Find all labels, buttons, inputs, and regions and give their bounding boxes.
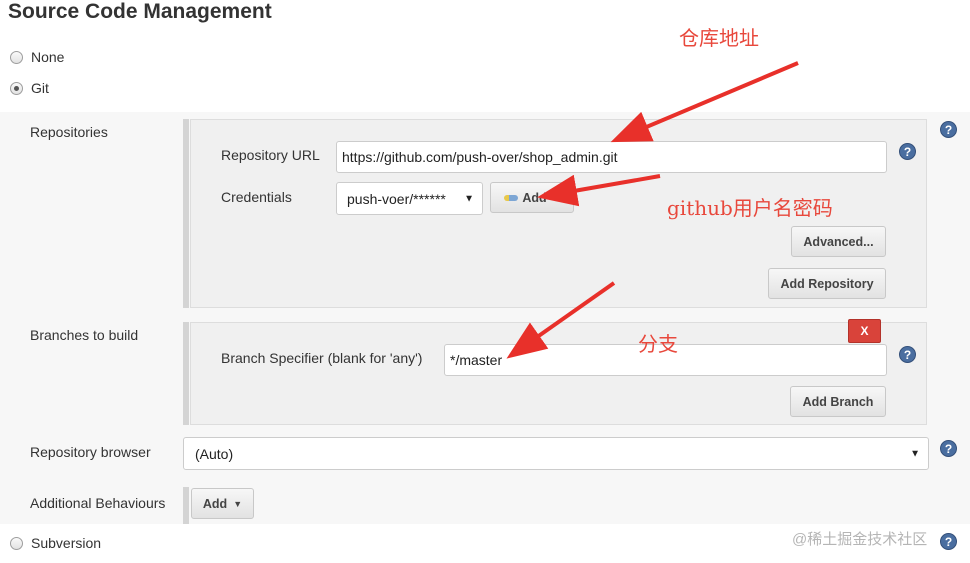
branch-specifier-help-icon[interactable]: ? — [899, 346, 916, 363]
repository-url-help-icon[interactable]: ? — [899, 143, 916, 160]
radio-git[interactable] — [10, 81, 23, 95]
repository-url-label: Repository URL — [221, 147, 320, 163]
branches-label: Branches to build — [30, 327, 139, 343]
credentials-add-button[interactable]: Add ▼ — [490, 182, 574, 213]
repository-browser-help-icon[interactable]: ? — [940, 440, 957, 457]
section-title: Source Code Management — [8, 0, 272, 23]
subversion-help-icon[interactable]: ? — [940, 533, 957, 550]
additional-behaviours-label: Additional Behaviours — [30, 495, 166, 511]
repository-browser-select[interactable]: (Auto) ▼ — [183, 437, 929, 470]
caret-down-icon: ▼ — [550, 192, 560, 203]
credentials-select[interactable]: push-voer/****** ▼ — [336, 182, 483, 215]
repository-browser-value: (Auto) — [195, 445, 234, 462]
repositories-label: Repositories — [30, 124, 108, 140]
scm-option-subversion[interactable]: Subversion — [10, 535, 101, 551]
radio-subversion-label: Subversion — [31, 535, 102, 551]
scm-option-git[interactable]: Git — [10, 80, 49, 96]
radio-none-label: None — [31, 49, 65, 65]
add-repository-button[interactable]: Add Repository — [768, 268, 886, 299]
repository-url-input[interactable]: https://github.com/push-over/shop_admin.… — [336, 141, 887, 173]
annotation-branch: 分支 — [638, 332, 678, 356]
branch-specifier-label: Branch Specifier (blank for 'any') — [221, 350, 423, 366]
repositories-help-icon[interactable]: ? — [940, 121, 957, 138]
repository-browser-label: Repository browser — [30, 444, 151, 460]
radio-git-label: Git — [31, 80, 49, 96]
additional-behaviours-add-label: Add — [202, 496, 228, 511]
credentials-add-label: Add — [522, 190, 547, 205]
credentials-label: Credentials — [221, 189, 292, 205]
watermark: @稀土掘金技术社区 — [792, 531, 928, 548]
scm-option-none[interactable]: None — [10, 49, 64, 65]
repositories-bar — [183, 119, 189, 308]
radio-subversion[interactable] — [10, 536, 23, 550]
annotation-repo-address: 仓库地址 — [679, 26, 759, 50]
advanced-button[interactable]: Advanced... — [791, 226, 886, 257]
credentials-select-value: push-voer/****** — [347, 190, 446, 207]
additional-behaviours-add-button[interactable]: Add ▼ — [191, 488, 254, 519]
add-branch-button[interactable]: Add Branch — [790, 386, 886, 417]
annotation-github-credentials: github用户名密码 — [667, 196, 833, 220]
chevron-down-icon: ▼ — [910, 448, 920, 459]
branches-bar — [183, 322, 189, 425]
key-icon — [504, 194, 519, 201]
chevron-down-icon: ▼ — [464, 193, 474, 204]
delete-branch-button[interactable]: X — [848, 319, 881, 343]
radio-none[interactable] — [10, 50, 23, 64]
additional-behaviours-bar — [183, 487, 189, 524]
caret-down-icon: ▼ — [233, 498, 243, 509]
